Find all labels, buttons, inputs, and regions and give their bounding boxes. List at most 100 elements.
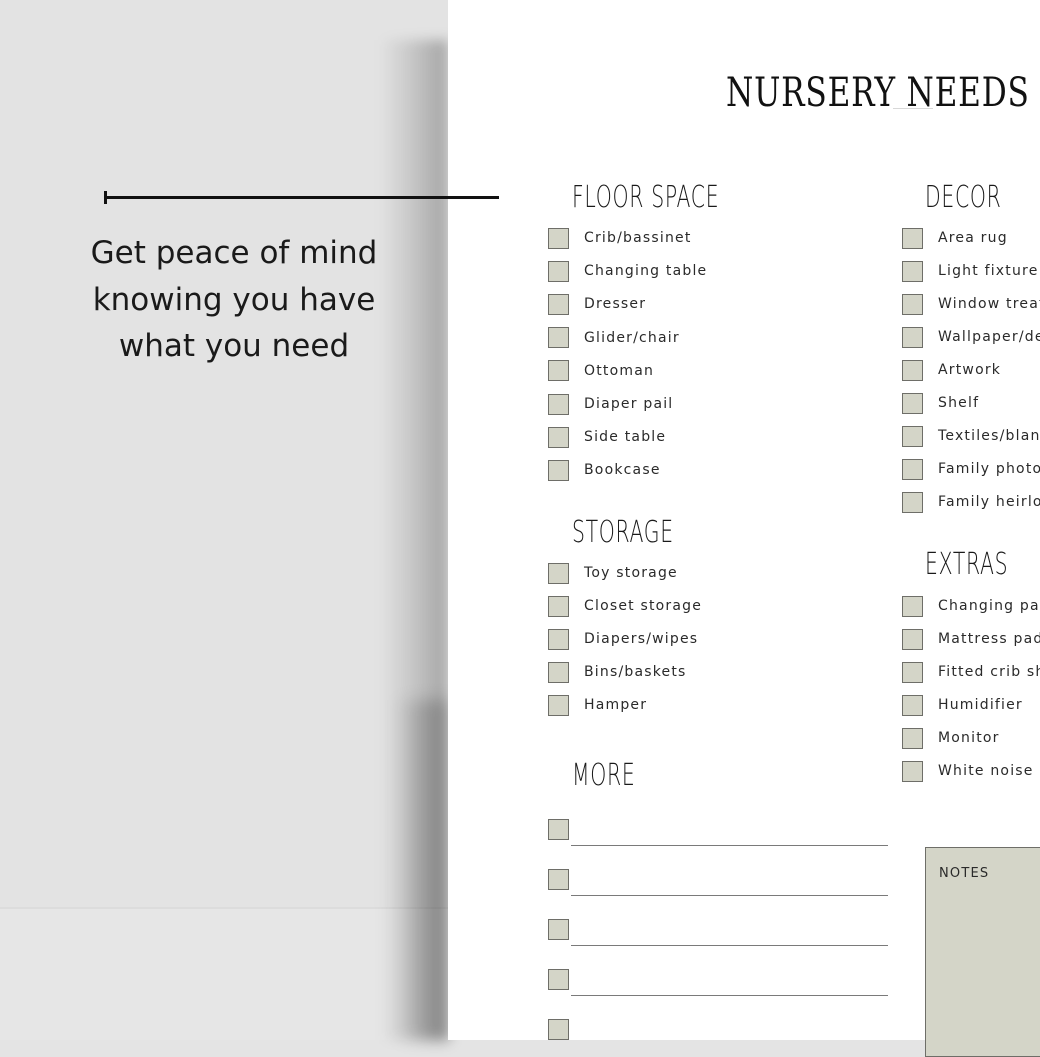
floor-space-item[interactable]: Changing table: [548, 259, 707, 283]
checkbox[interactable]: [548, 393, 569, 415]
checkbox[interactable]: [548, 694, 569, 716]
checkbox[interactable]: [548, 426, 569, 448]
floor-space-item[interactable]: Dresser: [548, 292, 646, 316]
more-item[interactable]: [548, 817, 569, 841]
checkbox[interactable]: [548, 293, 569, 315]
page-title: NURSERY NEEDS: [726, 70, 1030, 116]
item-label: Fitted crib sh: [938, 664, 1040, 680]
checkbox[interactable]: [902, 458, 923, 480]
checkbox[interactable]: [902, 661, 923, 683]
extras-item[interactable]: Monitor: [902, 726, 1000, 750]
checkbox[interactable]: [902, 727, 923, 749]
checkbox[interactable]: [548, 260, 569, 282]
decor-item[interactable]: Shelf: [902, 391, 979, 415]
item-label: Light fixture: [938, 263, 1039, 279]
item-label: Closet storage: [584, 598, 703, 614]
checkbox[interactable]: [548, 327, 569, 349]
extras-item[interactable]: Changing pad: [902, 594, 1040, 618]
storage-item[interactable]: Hamper: [548, 693, 647, 717]
checkbox[interactable]: [902, 260, 923, 282]
storage-item[interactable]: Closet storage: [548, 594, 702, 618]
more-item[interactable]: [548, 1017, 569, 1041]
decor-item[interactable]: Window treat: [902, 292, 1040, 316]
tagline: Get peace of mind knowing you have what …: [90, 235, 378, 364]
floor-space-item[interactable]: Diaper pail: [548, 392, 673, 416]
section-heading-decor: DECOR: [925, 180, 1002, 215]
decor-item[interactable]: Textiles/blan: [902, 424, 1040, 448]
pointer-line: [104, 196, 499, 199]
checkbox[interactable]: [548, 628, 569, 650]
decor-item[interactable]: Family heirlo: [902, 490, 1040, 514]
checkbox[interactable]: [902, 595, 923, 617]
item-label: Side table: [584, 429, 667, 446]
checkbox[interactable]: [548, 227, 569, 249]
checkbox[interactable]: [902, 491, 923, 513]
checkbox[interactable]: [902, 293, 923, 315]
item-label: Area rug: [938, 230, 1008, 246]
checkbox[interactable]: [902, 694, 923, 716]
more-item[interactable]: [548, 967, 569, 991]
decor-item[interactable]: Area rug: [902, 226, 1008, 250]
item-label: Artwork: [938, 362, 1002, 378]
checkbox[interactable]: [902, 760, 923, 782]
floor-space-item[interactable]: Crib/bassinet: [548, 226, 692, 250]
checkbox[interactable]: [902, 392, 923, 414]
checkbox[interactable]: [902, 326, 923, 348]
extras-item[interactable]: White noise m: [902, 759, 1040, 783]
checkbox[interactable]: [548, 562, 569, 584]
item-label: Family heirlo: [938, 494, 1040, 510]
item-label: Changing pad: [938, 598, 1040, 614]
floor-space-item[interactable]: Ottoman: [548, 359, 654, 383]
item-label: Diaper pail: [584, 396, 674, 412]
decor-item[interactable]: Light fixture: [902, 259, 1039, 283]
checkbox[interactable]: [548, 968, 569, 990]
extras-item[interactable]: Mattress pad: [902, 627, 1040, 651]
section-heading-extras: EXTRAS: [925, 547, 1009, 582]
floor-space-item[interactable]: Side table: [548, 425, 666, 449]
item-label: Dresser: [584, 296, 647, 313]
checkbox[interactable]: [548, 661, 569, 683]
more-item[interactable]: [548, 917, 569, 941]
item-label: Crib/bassinet: [584, 230, 692, 246]
write-in-line[interactable]: [571, 995, 888, 996]
checkbox[interactable]: [902, 425, 923, 447]
item-label: Diapers/wipes: [584, 631, 699, 647]
decor-item[interactable]: Wallpaper/de: [902, 325, 1040, 349]
item-label: Monitor: [938, 730, 1000, 746]
write-in-line[interactable]: [571, 845, 888, 846]
checkbox[interactable]: [548, 1018, 569, 1040]
extras-item[interactable]: Humidifier: [902, 693, 1023, 717]
more-item[interactable]: [548, 867, 569, 891]
write-in-line[interactable]: [571, 895, 888, 896]
checkbox[interactable]: [548, 868, 569, 890]
item-label: White noise m: [938, 763, 1040, 779]
item-label: Shelf: [938, 395, 980, 411]
decor-item[interactable]: Family photo: [902, 457, 1040, 481]
floor-space-item[interactable]: Glider/chair: [548, 326, 680, 350]
item-label: Bookcase: [584, 462, 661, 479]
checkbox[interactable]: [902, 359, 923, 381]
storage-item[interactable]: Toy storage: [548, 561, 678, 585]
notes-label: NOTES: [939, 866, 990, 881]
item-label: Wallpaper/de: [938, 329, 1040, 345]
checkbox[interactable]: [548, 818, 569, 840]
storage-item[interactable]: Diapers/wipes: [548, 627, 698, 651]
write-in-line[interactable]: [571, 945, 888, 946]
title-rule: [893, 108, 933, 109]
section-heading-storage: STORAGE: [572, 515, 674, 550]
checkbox[interactable]: [902, 628, 923, 650]
item-label: Humidifier: [938, 697, 1023, 713]
decor-item[interactable]: Artwork: [902, 358, 1001, 382]
checkbox[interactable]: [548, 918, 569, 940]
notes-box[interactable]: NOTES: [925, 847, 1040, 1057]
checkbox[interactable]: [902, 227, 923, 249]
checkbox[interactable]: [548, 360, 569, 382]
floor-space-item[interactable]: Bookcase: [548, 458, 661, 482]
item-label: Textiles/blan: [938, 428, 1040, 444]
item-label: Glider/chair: [584, 329, 680, 346]
checkbox[interactable]: [548, 595, 569, 617]
checkbox[interactable]: [548, 459, 569, 481]
item-label: Hamper: [584, 697, 648, 713]
extras-item[interactable]: Fitted crib sh: [902, 660, 1040, 684]
storage-item[interactable]: Bins/baskets: [548, 660, 687, 684]
